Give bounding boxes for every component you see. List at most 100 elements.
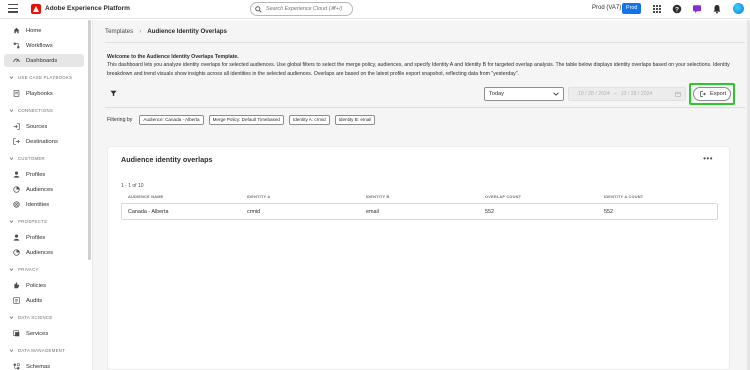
sandbox-badge[interactable]: Prod [622, 3, 642, 14]
section-data-management[interactable]: DATA MANAGEMENT [9, 348, 65, 353]
section-label: CONNECTIONS [18, 108, 54, 113]
section-prospects[interactable]: PROSPECTS [9, 219, 47, 224]
cell-identity-a: crmid [247, 209, 261, 215]
services-icon [13, 330, 20, 337]
section-label: PRIVACY [18, 267, 39, 272]
date-preset-value: Today [489, 91, 504, 97]
top-bar: Adobe Experience Platform Prod (VA7) Pro… [0, 0, 750, 19]
nav-prospect-audiences[interactable]: Audiences [4, 246, 84, 259]
nav-schemas[interactable]: Schemas [4, 360, 84, 370]
nav-label: Profiles [26, 234, 46, 241]
results-count: 1 - 1 of 10 [121, 183, 144, 189]
column-header-identity-a[interactable]: IDENTITY A [247, 194, 270, 199]
column-header-identity-b[interactable]: IDENTITY B [366, 194, 390, 199]
nav-audits[interactable]: Audits [4, 294, 84, 307]
sidebar-scrollbar[interactable] [88, 20, 91, 260]
column-header-overlap-count[interactable]: OVERLAP COUNT [485, 194, 521, 199]
date-range-picker: 10 / 28 / 2024 – 10 / 28 / 2024 [568, 87, 686, 101]
nav-label: Dashboards [26, 57, 58, 64]
search-input[interactable] [266, 6, 352, 12]
nav-home[interactable]: Home [4, 24, 84, 37]
more-options-icon[interactable]: ••• [703, 155, 713, 163]
column-header-identity-a-count[interactable]: IDENTITY A COUNT [604, 194, 643, 199]
welcome-body: This dashboard lets you analyze identity… [107, 62, 730, 77]
nav-label: Profiles [26, 171, 46, 178]
filter-chip-audience[interactable]: Audience: Canada - Alberta [139, 115, 204, 125]
nav-label: Audiences [26, 186, 54, 193]
section-label: DATA SCIENCE [18, 315, 53, 320]
chevron-down-icon [9, 316, 14, 320]
welcome-text: Welcome to the Audience Identity Overlap… [107, 53, 737, 78]
nav-destinations[interactable]: Destinations [4, 135, 84, 148]
schemas-icon [13, 363, 20, 370]
chevron-down-icon [9, 220, 14, 224]
column-header-audience-name[interactable]: AUDIENCE NAME [128, 194, 163, 199]
breadcrumb-templates[interactable]: Templates [105, 28, 133, 35]
chevron-down-icon [9, 157, 14, 161]
nav-sources[interactable]: Sources [4, 120, 84, 133]
audits-icon [13, 297, 20, 304]
nav-policies[interactable]: Policies [4, 279, 84, 292]
nav-label: Audiences [26, 249, 54, 256]
dashboards-icon [13, 57, 20, 64]
active-filters: Filtering by Audience: Canada - Alberta … [107, 115, 380, 125]
chevron-right-icon: › [139, 28, 142, 35]
app-title: Adobe Experience Platform [45, 5, 130, 12]
main-content: Templates › Audience Identity Overlaps W… [92, 20, 750, 370]
calendar-icon [675, 91, 681, 97]
search-bar[interactable] [250, 2, 353, 16]
cell-identity-a-count: 552 [604, 209, 613, 215]
filter-chip-identity-b[interactable]: Identity B: email [334, 115, 376, 125]
table-row[interactable]: Canada - Alberta crmid email 552 552 [121, 203, 718, 220]
policies-icon [13, 282, 20, 289]
nav-services[interactable]: Services [4, 327, 84, 340]
chevron-down-icon [9, 349, 14, 353]
date-from: 10 / 28 / 2024 [578, 91, 610, 97]
notifications-icon[interactable] [712, 4, 722, 14]
nav-customer-audiences[interactable]: Audiences [4, 183, 84, 196]
playbooks-icon [13, 90, 20, 97]
menu-icon[interactable] [8, 4, 18, 14]
nav-label: Schemas [26, 363, 51, 370]
app-switcher-icon[interactable] [652, 4, 662, 14]
profiles-icon [13, 171, 20, 178]
section-privacy[interactable]: PRIVACY [9, 267, 39, 272]
filter-chip-identity-a[interactable]: Identity A: crmid [288, 115, 330, 125]
nav-label: Audits [26, 297, 43, 304]
card-title: Audience identity overlaps [121, 155, 213, 164]
feedback-icon[interactable] [692, 4, 702, 14]
profiles-icon [13, 234, 20, 241]
section-use-case-playbooks[interactable]: USE CASE PLAYBOOKS [9, 75, 72, 80]
divider [105, 42, 745, 43]
chevron-down-icon [553, 92, 559, 96]
nav-customer-profiles[interactable]: Profiles [4, 168, 84, 181]
section-customer[interactable]: CUSTOMER [9, 156, 45, 161]
section-label: DATA MANAGEMENT [18, 348, 66, 353]
section-data-science[interactable]: DATA SCIENCE [9, 315, 52, 320]
chevron-down-icon [9, 76, 14, 80]
nav-dashboards[interactable]: Dashboards [4, 54, 84, 67]
nav-label: Policies [26, 282, 46, 289]
export-label: Export [710, 91, 727, 97]
date-preset-dropdown[interactable]: Today [484, 87, 564, 101]
svg-text:?: ? [675, 6, 679, 13]
filter-icon[interactable] [110, 90, 117, 97]
cell-overlap-count: 552 [485, 209, 494, 215]
section-connections[interactable]: CONNECTIONS [9, 108, 53, 113]
export-button[interactable]: Export [693, 87, 731, 101]
nav-identities[interactable]: Identities [4, 198, 84, 211]
page-title: Audience Identity Overlaps [147, 28, 227, 35]
org-name[interactable]: Prod (VA7) [592, 5, 621, 11]
nav-prospect-profiles[interactable]: Profiles [4, 231, 84, 244]
help-icon[interactable]: ? [672, 4, 682, 14]
identities-icon [13, 201, 20, 208]
nav-workflows[interactable]: Workflows [4, 39, 84, 52]
divider [105, 107, 745, 108]
user-avatar[interactable] [733, 3, 744, 14]
nav-playbooks[interactable]: Playbooks [4, 87, 84, 100]
filter-chip-merge-policy[interactable]: Merge Policy: Default Timebased [208, 115, 284, 125]
breadcrumb: Templates › Audience Identity Overlaps [105, 28, 227, 35]
section-label: CUSTOMER [18, 156, 45, 161]
section-label: USE CASE PLAYBOOKS [18, 75, 73, 80]
search-icon [255, 5, 262, 13]
